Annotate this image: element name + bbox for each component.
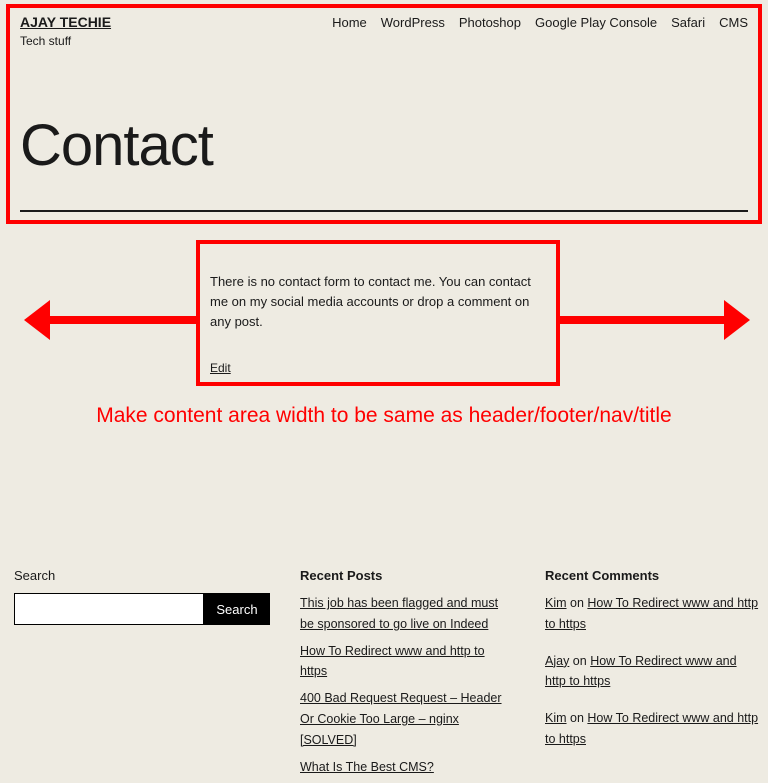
recent-comments-widget: Recent Comments Kim on How To Redirect w… [545, 568, 760, 783]
comment-on-text: on [569, 654, 590, 668]
recent-post-link[interactable]: What Is The Best CMS? [300, 760, 434, 774]
nav-wordpress[interactable]: WordPress [381, 15, 445, 30]
comment-author-link[interactable]: Kim [545, 596, 567, 610]
recent-post-link[interactable]: This job has been flagged and must be sp… [300, 596, 498, 631]
search-input[interactable] [14, 593, 204, 625]
nav-safari[interactable]: Safari [671, 15, 705, 30]
header-divider [20, 210, 748, 212]
recent-posts-heading: Recent Posts [300, 568, 515, 583]
arrow-right-icon [724, 300, 750, 340]
edit-link[interactable]: Edit [210, 361, 231, 375]
nav-google-play-console[interactable]: Google Play Console [535, 15, 657, 30]
site-tagline: Tech stuff [20, 34, 111, 48]
header: AJAY TECHIE Tech stuff Home WordPress Ph… [10, 8, 758, 179]
recent-posts-widget: Recent Posts This job has been flagged a… [300, 568, 515, 783]
comment-on-text: on [567, 596, 588, 610]
comment-on-text: on [567, 711, 588, 725]
search-button[interactable]: Search [204, 593, 270, 625]
primary-nav: Home WordPress Photoshop Google Play Con… [332, 14, 748, 30]
nav-photoshop[interactable]: Photoshop [459, 15, 521, 30]
nav-home[interactable]: Home [332, 15, 367, 30]
page-title: Contact [20, 112, 748, 179]
footer-widgets: Search Search Recent Posts This job has … [14, 568, 760, 783]
comment-author-link[interactable]: Ajay [545, 654, 569, 668]
annotation-arrow-right [560, 300, 750, 340]
comment-author-link[interactable]: Kim [545, 711, 567, 725]
list-item: How To Redirect www and http to https [300, 641, 515, 683]
page-content: There is no contact form to contact me. … [200, 244, 556, 393]
content-paragraph: There is no contact form to contact me. … [210, 272, 542, 332]
nav-cms[interactable]: CMS [719, 15, 748, 30]
search-label: Search [14, 568, 270, 583]
list-item: This job has been flagged and must be sp… [300, 593, 515, 635]
site-title[interactable]: AJAY TECHIE [20, 14, 111, 30]
list-item: Ajay on How To Redirect www and http to … [545, 651, 760, 693]
recent-comments-heading: Recent Comments [545, 568, 760, 583]
search-widget: Search Search [14, 568, 270, 783]
recent-post-link[interactable]: 400 Bad Request Request – Header Or Cook… [300, 691, 502, 747]
list-item: What Is The Best CMS? [300, 757, 515, 778]
header-annotation-box: AJAY TECHIE Tech stuff Home WordPress Ph… [6, 4, 762, 224]
content-annotation-box: There is no contact form to contact me. … [196, 240, 560, 386]
annotation-arrow-left [24, 300, 196, 340]
annotation-text: Make content area width to be same as he… [0, 404, 768, 428]
recent-post-link[interactable]: How To Redirect www and http to https [300, 644, 485, 679]
list-item: Kim on How To Redirect www and http to h… [545, 708, 760, 750]
list-item: Kim on How To Redirect www and http to h… [545, 593, 760, 635]
